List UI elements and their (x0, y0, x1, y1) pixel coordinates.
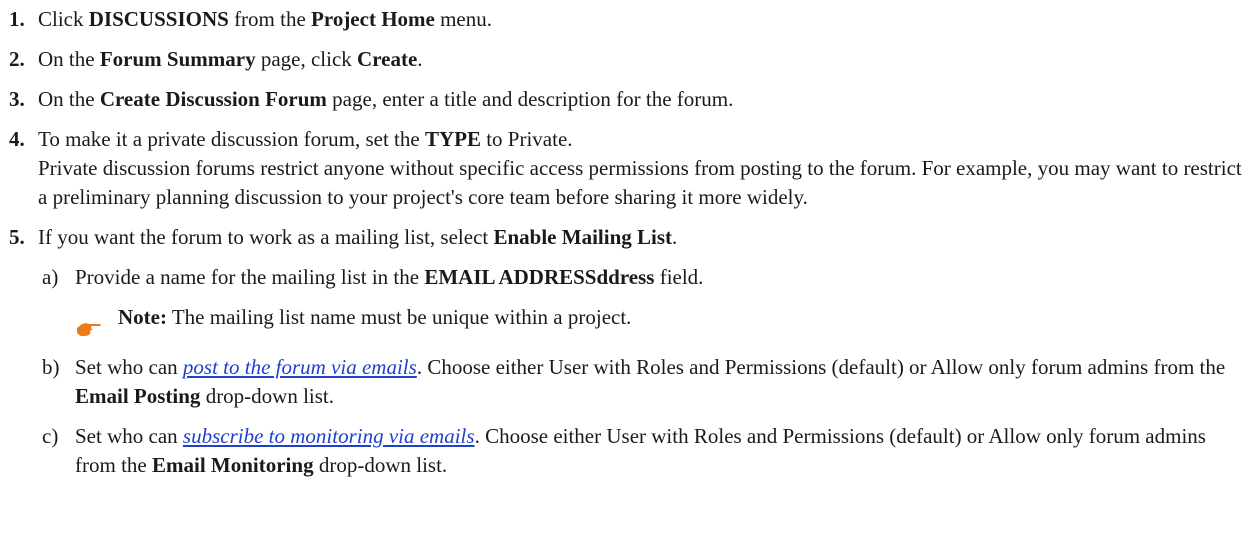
substep-label: c) (42, 424, 59, 448)
link-post-via-email[interactable]: post to the forum via emails (183, 355, 417, 379)
step-text: On the (38, 47, 100, 71)
step-text: Provide a name for the mailing list in t… (75, 265, 425, 289)
ui-term-email-address: EMAIL ADDRESSddress (424, 265, 655, 289)
step-text: If you want the forum to work as a maili… (38, 225, 494, 249)
step-text: to Private. (480, 127, 573, 151)
substep-b: b) Set who can post to the forum via ema… (0, 353, 1251, 411)
step-3: 3. On the Create Discussion Forum page, … (0, 85, 1251, 114)
note-label: Note: (118, 305, 167, 329)
ui-term-project-home: Project Home (311, 7, 435, 31)
substep-label: a) (42, 265, 59, 289)
ui-term-type: TYPE (424, 127, 481, 151)
step-text: To make it a private discussion forum, s… (38, 125, 1251, 154)
step-text: field. (654, 265, 704, 289)
ui-term-enable-mailing-list: Enable Mailing List (493, 225, 673, 249)
note-block: Note: The mailing list name must be uniq… (0, 303, 1251, 351)
step-text: page, click (255, 47, 358, 71)
ui-term-create: Create (357, 47, 418, 71)
step-text: page, enter a title and description for … (326, 87, 734, 111)
ui-term-create-discussion-forum: Create Discussion Forum (99, 87, 327, 111)
step-text: menu. (434, 7, 492, 31)
substep-a: a) Provide a name for the mailing list i… (0, 263, 1251, 292)
note-text: The mailing list name must be unique wit… (166, 305, 632, 329)
pointing-hand-icon (77, 323, 101, 336)
ui-term-discussions: DISCUSSIONS (88, 7, 229, 31)
step-text: . (417, 47, 423, 71)
step-text: . (672, 225, 678, 249)
step-number: 3. (9, 87, 25, 111)
ui-term-forum-summary: Forum Summary (99, 47, 256, 71)
step-text: from the (228, 7, 312, 31)
step-number: 1. (9, 7, 25, 31)
step-4: 4. To make it a private discussion forum… (0, 125, 1251, 212)
link-subscribe-via-email[interactable]: subscribe to monitoring via emails (183, 424, 475, 448)
ui-term-email-monitoring: Email Monitoring (151, 453, 314, 477)
task-steps: 1. Click DISCUSSIONS from the Project Ho… (0, 0, 1251, 480)
substep-label: b) (42, 355, 60, 379)
step-text: Set who can (75, 355, 183, 379)
step-5: 5. If you want the forum to work as a ma… (0, 223, 1251, 252)
step-text: . Choose either User with Roles and Perm… (416, 355, 1226, 379)
substep-c: c) Set who can subscribe to monitoring v… (0, 422, 1251, 480)
step-text: drop-down list. (313, 453, 448, 477)
step-text: On the (38, 87, 100, 111)
step-detail: Private discussion forums restrict anyon… (38, 156, 1242, 209)
step-text: To make it a private discussion forum, s… (38, 127, 425, 151)
ui-term-email-posting: Email Posting (75, 384, 201, 408)
step-1: 1. Click DISCUSSIONS from the Project Ho… (0, 5, 1251, 34)
step-text: drop-down list. (200, 384, 335, 408)
step-text: Click (38, 7, 89, 31)
step-number: 2. (9, 47, 25, 71)
step-number: 5. (9, 225, 25, 249)
step-number: 4. (9, 127, 25, 151)
step-text: Set who can (75, 424, 183, 448)
step-2: 2. On the Forum Summary page, click Crea… (0, 45, 1251, 74)
